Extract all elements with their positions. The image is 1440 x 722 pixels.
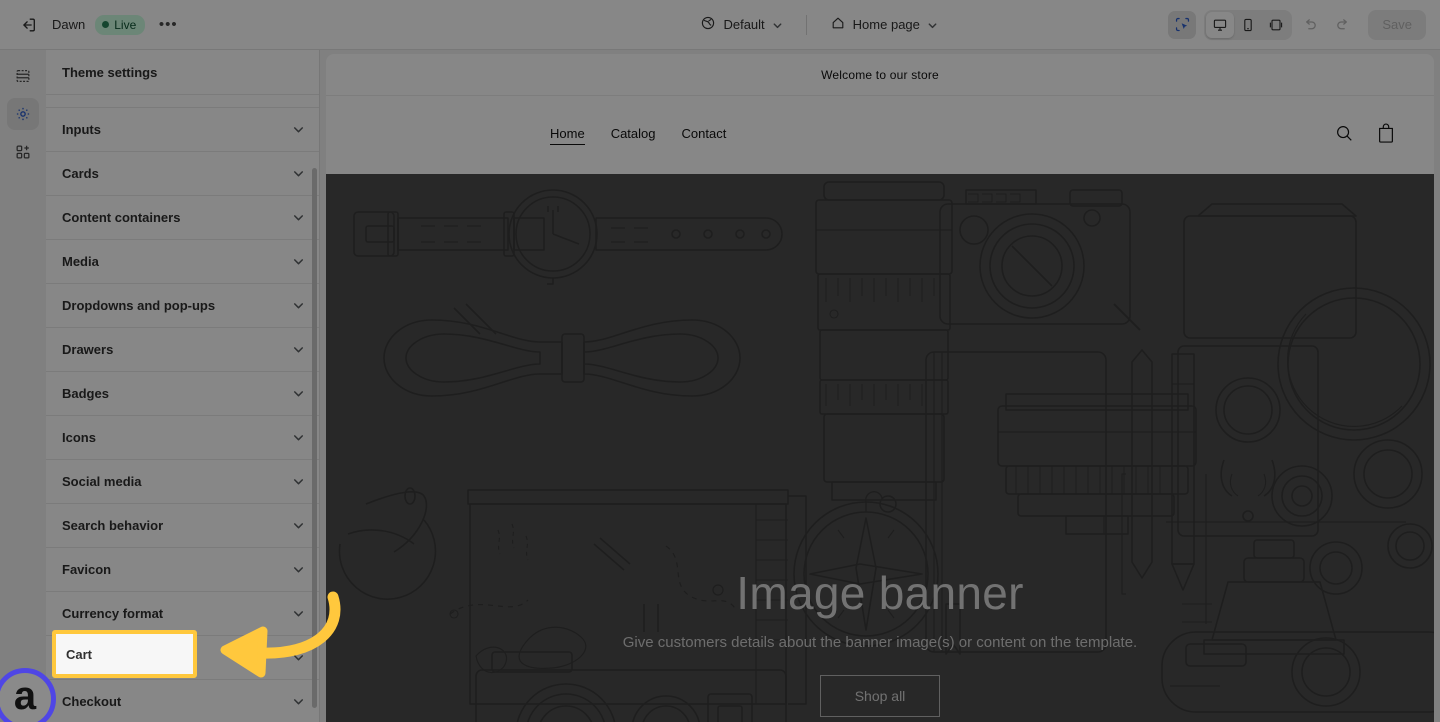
- banner-title: Image banner: [736, 567, 1024, 619]
- sidebar-item-inputs[interactable]: Inputs: [46, 107, 319, 151]
- chevron-down-icon: [292, 299, 305, 312]
- chevron-down-icon: [292, 607, 305, 620]
- chevron-down-icon: [292, 563, 305, 576]
- chevron-down-icon: [292, 123, 305, 136]
- cart-icon[interactable]: [1376, 122, 1396, 149]
- image-banner-section: Image banner Give customers details abou…: [326, 174, 1434, 722]
- sidebar-item-label: Social media: [62, 474, 142, 489]
- sidebar-item-dropdowns-and-pop-ups[interactable]: Dropdowns and pop-ups: [46, 283, 319, 327]
- page-title: Theme settings: [62, 64, 158, 80]
- sidebar-item-label: Dropdowns and pop-ups: [62, 298, 216, 313]
- theme-settings-sidebar: Theme settings Inputs Cards Content contai…: [46, 50, 320, 722]
- sidebar-spacer: [46, 95, 319, 107]
- redo-icon[interactable]: [1328, 11, 1356, 39]
- more-options-button[interactable]: •••: [155, 12, 181, 38]
- sidebar-item-favicon[interactable]: Favicon: [46, 547, 319, 591]
- status-badge: Live: [95, 14, 146, 35]
- sidebar-item-label: Icons: [62, 430, 96, 445]
- locale-selector-label: Default: [723, 17, 765, 32]
- banner-subtitle: Give customers details about the banner …: [622, 634, 1138, 651]
- desktop-icon[interactable]: [1206, 11, 1235, 38]
- search-icon[interactable]: [1334, 123, 1354, 148]
- sidebar-item-currency-format[interactable]: Currency format: [46, 591, 319, 635]
- chevron-down-icon: [927, 19, 938, 30]
- banner-content: Image banner Give customers details abou…: [326, 570, 1434, 717]
- chevron-down-icon: [292, 431, 305, 444]
- chevron-down-icon: [292, 695, 305, 708]
- editor-icon-rail: [0, 50, 46, 722]
- theme-settings-gear-icon[interactable]: [7, 98, 39, 130]
- apps-icon[interactable]: [7, 136, 39, 168]
- sidebar-item-label: Checkout: [62, 694, 122, 709]
- theme-editor-window: Dawn Live ••• Default Home page Save The…: [0, 0, 1440, 722]
- sidebar-item-icons[interactable]: Icons: [46, 415, 319, 459]
- store-preview-frame: Welcome to our store Home Catalog Contact: [326, 54, 1434, 722]
- topbar-right-group: Save: [1168, 9, 1440, 40]
- select-inspect-icon[interactable]: [1168, 10, 1197, 39]
- status-dot-icon: [102, 21, 110, 28]
- sidebar-item-media[interactable]: Media: [46, 239, 319, 283]
- save-button[interactable]: Save: [1368, 9, 1426, 40]
- sidebar-scrollbar[interactable]: [312, 168, 317, 708]
- sidebar-item-label: Search behavior: [62, 518, 164, 533]
- chevron-down-icon: [292, 167, 305, 180]
- sidebar-item-drawers[interactable]: Drawers: [46, 327, 319, 371]
- store-preview-pane: Welcome to our store Home Catalog Contact: [320, 50, 1440, 722]
- page-selector[interactable]: Home page: [821, 11, 947, 38]
- editor-topbar: Dawn Live ••• Default Home page Save: [0, 0, 1440, 50]
- undo-icon[interactable]: [1296, 11, 1324, 39]
- mobile-icon[interactable]: [1234, 12, 1262, 38]
- sidebar-item-checkout[interactable]: Checkout: [46, 679, 319, 722]
- locale-selector[interactable]: Default: [691, 11, 791, 38]
- topbar-divider: [805, 14, 807, 35]
- status-badge-label: Live: [114, 17, 137, 32]
- theme-name: Dawn: [52, 17, 86, 32]
- chevron-down-icon: [292, 343, 305, 356]
- page-selector-label: Home page: [852, 17, 920, 32]
- store-header-icons: [1334, 122, 1396, 149]
- sidebar-item-label: Inputs: [62, 122, 101, 137]
- sidebar-item-label: Favicon: [62, 562, 112, 577]
- sidebar-item-badges[interactable]: Badges: [46, 371, 319, 415]
- chevron-down-icon: [772, 19, 783, 30]
- sidebar-item-label: Currency format: [62, 606, 164, 621]
- sidebar-item-content-containers[interactable]: Content containers: [46, 195, 319, 239]
- topbar-center-group: Default Home page: [470, 11, 1168, 38]
- sidebar-item-label: Content containers: [62, 210, 181, 225]
- chevron-down-icon: [292, 475, 305, 488]
- sections-icon[interactable]: [7, 60, 39, 92]
- sidebar-item-cards[interactable]: Cards: [46, 151, 319, 195]
- chevron-down-icon: [292, 651, 305, 664]
- announcement-bar: Welcome to our store: [326, 54, 1434, 96]
- sidebar-item-label: Cards: [62, 166, 99, 181]
- shop-all-button[interactable]: Shop all: [819, 675, 941, 717]
- store-header: Home Catalog Contact: [326, 96, 1434, 174]
- globe-icon: [700, 15, 716, 34]
- store-nav-link-home[interactable]: Home: [550, 126, 585, 145]
- sidebar-item-label: Badges: [62, 386, 109, 401]
- topbar-left-group: Dawn Live •••: [0, 11, 470, 39]
- store-nav-link-catalog[interactable]: Catalog: [611, 126, 656, 145]
- sidebar-item-label: Drawers: [62, 342, 114, 357]
- home-icon: [830, 15, 846, 34]
- sidebar-item-label: Media: [62, 254, 99, 269]
- chevron-down-icon: [292, 211, 305, 224]
- chevron-down-icon: [292, 387, 305, 400]
- sidebar-item-cart-highlight[interactable]: Cart: [52, 630, 197, 678]
- chevron-down-icon: [292, 519, 305, 532]
- fullwidth-icon[interactable]: [1262, 12, 1290, 38]
- store-navigation: Home Catalog Contact: [550, 126, 726, 145]
- store-nav-link-contact[interactable]: Contact: [682, 126, 727, 145]
- viewport-toggle-group: [1204, 9, 1293, 40]
- brand-logo-letter: a: [13, 674, 37, 718]
- sidebar-item-search-behavior[interactable]: Search behavior: [46, 503, 319, 547]
- exit-icon[interactable]: [14, 11, 42, 39]
- chevron-down-icon: [292, 255, 305, 268]
- sidebar-item-social-media[interactable]: Social media: [46, 459, 319, 503]
